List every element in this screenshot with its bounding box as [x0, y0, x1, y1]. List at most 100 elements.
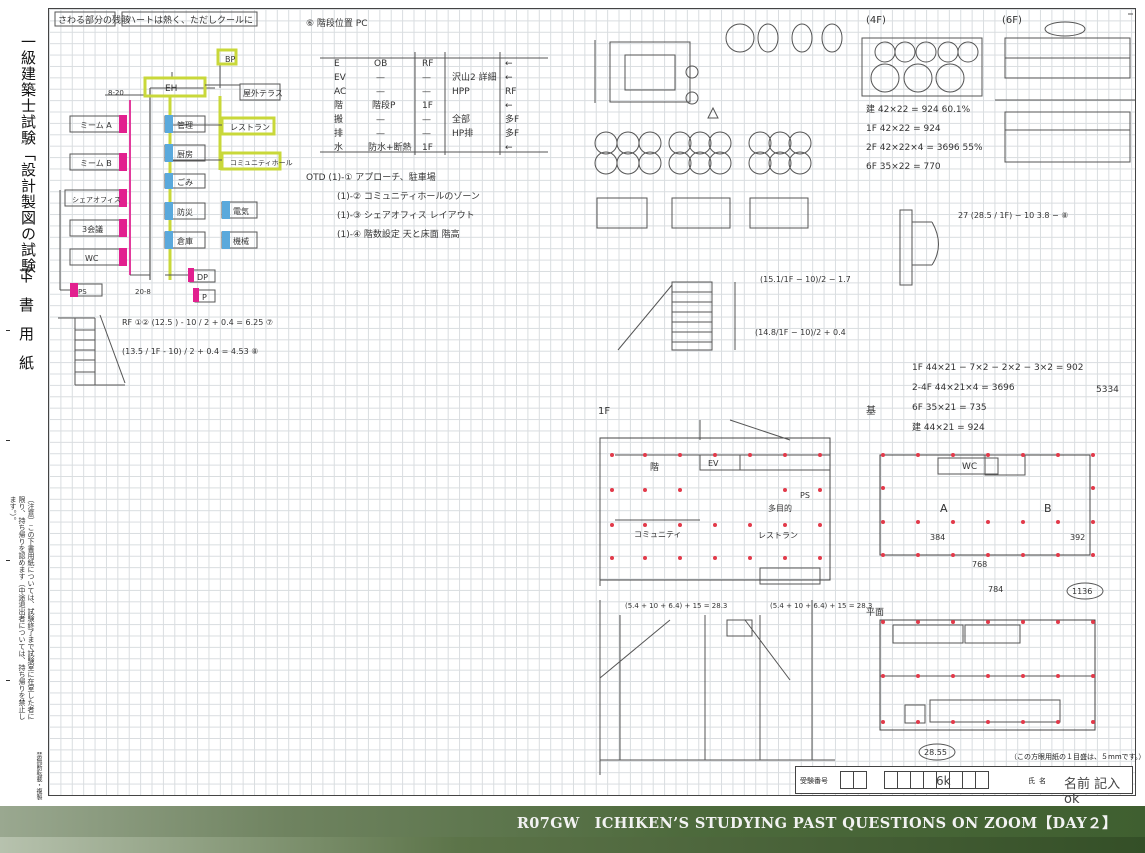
svg-text:防水+断熱: 防水+断熱: [368, 141, 412, 153]
svg-text:ごみ: ごみ: [177, 177, 193, 187]
name-value: 名前 記入 ok: [1064, 777, 1121, 807]
svg-text:←: ←: [505, 143, 513, 153]
svg-text:1F: 1F: [422, 101, 433, 111]
svg-text:RF: RF: [505, 87, 516, 97]
svg-text:PS: PS: [800, 491, 810, 500]
svg-text:P: P: [202, 293, 207, 302]
svg-text:排: 排: [334, 127, 343, 139]
svg-text:2F 42×22×4 = 3696 55%: 2F 42×22×4 = 3696 55%: [866, 143, 983, 153]
svg-text:階段P: 階段P: [372, 99, 396, 111]
svg-text:8-20: 8-20: [108, 89, 124, 97]
svg-text:レストラン: レストラン: [758, 531, 798, 540]
zoning-title: ⑥ 階段位置 PC: [306, 17, 368, 29]
table-head-rf: RF: [422, 59, 433, 69]
exam-number-box: [949, 771, 963, 789]
otd-note-3: (1)-③ シェアオフィス レイアウト: [337, 210, 475, 221]
svg-text:多目的: 多目的: [768, 503, 792, 513]
sketch-overlay: さわる部分の残骸 ハートは熱く、ただしクールに ⑥ 階段位置 PC E OB R…: [54, 11, 1135, 775]
exam-number-box: [923, 771, 937, 789]
svg-text:シェアオフィス: シェアオフィス: [72, 196, 121, 204]
exam-number-box: [897, 771, 911, 789]
exam-number-box: [840, 771, 854, 789]
exam-number-box: [853, 771, 867, 789]
svg-text:建 44×21 = 924: 建 44×21 = 924: [912, 421, 985, 433]
svg-text:厨房: 厨房: [177, 149, 193, 159]
exam-number-value: 6k: [936, 774, 951, 788]
otd-note-2: (1)-② コミュニティホールのゾーン: [337, 191, 480, 202]
header-note-2: ハートは熱く、ただしクールに: [127, 14, 253, 26]
svg-text:倉庫: 倉庫: [177, 236, 193, 246]
svg-text:防災: 防災: [177, 207, 193, 217]
svg-text:(4F): (4F): [866, 15, 886, 26]
svg-text:階: 階: [650, 462, 659, 473]
table-head-e: E: [334, 59, 340, 69]
zone-tab: [119, 115, 127, 133]
svg-text:階: 階: [334, 100, 343, 111]
exam-number-box: [975, 771, 989, 789]
svg-text:3会議: 3会議: [82, 224, 103, 234]
name-label: 氏名: [1028, 777, 1050, 785]
svg-text:WC: WC: [85, 254, 99, 263]
svg-text:784: 784: [988, 585, 1003, 594]
svg-text:屋外テラス: 屋外テラス: [243, 88, 283, 98]
svg-text:管理: 管理: [177, 120, 193, 130]
svg-text:392: 392: [1070, 533, 1085, 542]
table-head-arrow: ←: [505, 59, 513, 69]
exam-number-label: 受験番号: [800, 777, 828, 785]
svg-text:全部: 全部: [452, 113, 470, 125]
svg-text:レストラン: レストラン: [230, 123, 270, 132]
svg-text:768: 768: [972, 560, 987, 569]
svg-text:PS: PS: [78, 288, 87, 296]
svg-text:—: —: [376, 115, 385, 125]
svg-text:機械: 機械: [233, 236, 249, 246]
svg-text:1F: 1F: [422, 143, 433, 153]
svg-text:1136: 1136: [1072, 587, 1092, 596]
svg-text:コミュニティホール: コミュニティホール: [230, 159, 293, 167]
svg-text:(14.8/1F − 10)/2 + 0.4: (14.8/1F − 10)/2 + 0.4: [755, 328, 846, 337]
svg-text:27 (28.5 / 1F) − 10 3.8 − ⑧: 27 (28.5 / 1F) − 10 3.8 − ⑧: [958, 211, 1068, 220]
svg-text:多F: 多F: [505, 113, 519, 125]
svg-text:ミーム A: ミーム A: [80, 121, 112, 130]
otd-note-1: OTD (1)-① アプローチ、駐車場: [306, 171, 436, 183]
svg-text:←: ←: [505, 101, 513, 111]
svg-text:(15.1/1F − 10)/2 − 1.7: (15.1/1F − 10)/2 − 1.7: [760, 275, 851, 284]
svg-text:5334: 5334: [1096, 385, 1119, 395]
svg-text:A: A: [940, 502, 948, 515]
title-block: 受験番号 6k 氏名 名前 記入 ok: [795, 766, 1133, 807]
svg-text:DP: DP: [197, 273, 208, 282]
svg-text:6F 35×21 = 735: 6F 35×21 = 735: [912, 403, 987, 413]
svg-text:—: —: [422, 115, 431, 125]
exam-number-box: [962, 771, 976, 789]
svg-text:2-4F 44×21×4 = 3696: 2-4F 44×21×4 = 3696: [912, 383, 1015, 393]
svg-text:AC: AC: [334, 87, 346, 97]
svg-text:6F 35×22 = 770: 6F 35×22 = 770: [866, 162, 941, 172]
svg-text:—: —: [422, 129, 431, 139]
svg-text:1F 42×22 = 924: 1F 42×22 = 924: [866, 124, 941, 134]
svg-text:HP排: HP排: [452, 127, 473, 139]
svg-text:建 42×22 = 924 60.1%: 建 42×22 = 924 60.1%: [866, 103, 971, 115]
svg-text:1F: 1F: [598, 406, 610, 417]
svg-text:384: 384: [930, 533, 945, 542]
svg-text:B: B: [1044, 502, 1052, 515]
svg-text:(5.4 + 10 + 6.4) + 15 = 28.3: (5.4 + 10 + 6.4) + 15 = 28.3: [625, 602, 727, 610]
svg-text:1F 44×21 − 7×2 − 2×2 − 3×2 = 9: 1F 44×21 − 7×2 − 2×2 − 3×2 = 902: [912, 363, 1083, 373]
svg-text:水: 水: [334, 141, 343, 153]
svg-text:28.55: 28.55: [924, 748, 947, 757]
scale-note: （この方眼用紙の１目盛は、５mmです。）: [1010, 753, 1145, 761]
svg-text:BP: BP: [225, 55, 235, 64]
footer-banner: R07GW ICHIKEN’S STUDYING PAST QUESTIONS …: [0, 806, 1145, 853]
svg-text:←: ←: [505, 73, 513, 83]
svg-text:EH: EH: [165, 84, 177, 94]
header-note-1: さわる部分の残骸: [58, 14, 130, 26]
svg-text:20-8: 20-8: [135, 288, 151, 296]
svg-text:—: —: [376, 87, 385, 97]
svg-text:EV: EV: [708, 459, 719, 468]
svg-text:コミュニティ: コミュニティ: [634, 530, 682, 539]
svg-text:多F: 多F: [505, 127, 519, 139]
svg-text:ミーム B: ミーム B: [80, 159, 112, 168]
svg-text:基: 基: [866, 404, 876, 417]
svg-text:WC: WC: [962, 462, 977, 472]
footer-title: R07GW ICHIKEN’S STUDYING PAST QUESTIONS …: [516, 815, 1117, 832]
screen: 一級建築士試験「設計製図の試験」 下書用紙 （注意）この下書用紙については、試験…: [0, 0, 1145, 853]
svg-text:EV: EV: [334, 73, 347, 83]
